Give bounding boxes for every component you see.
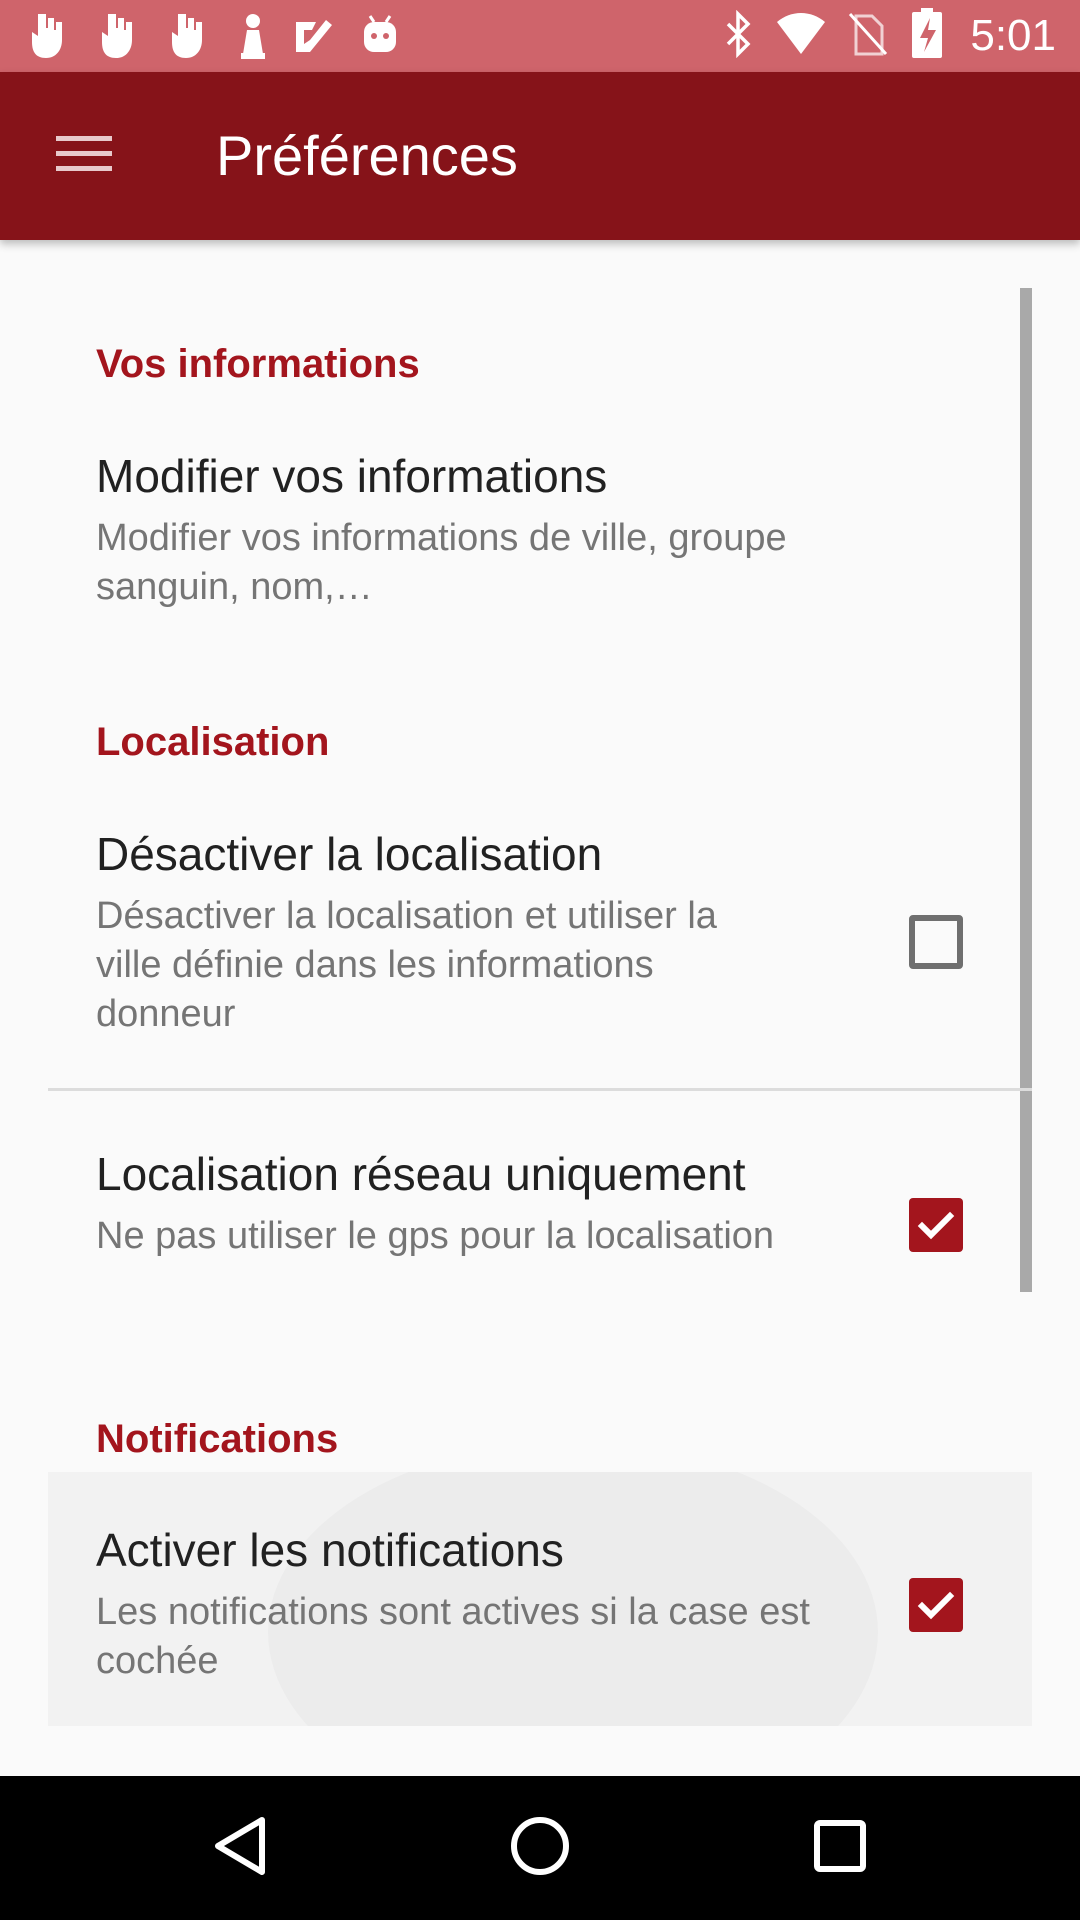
- wifi-icon: [776, 12, 826, 61]
- localisation-reseau-checkbox[interactable]: [909, 1198, 963, 1252]
- pref-activer-notifications[interactable]: Activer les notifications Les notificati…: [48, 1472, 1032, 1726]
- activer-notifications-checkbox[interactable]: [909, 1578, 963, 1632]
- pref-desactiver-localisation[interactable]: Désactiver la localisation Désactiver la…: [48, 818, 1032, 1088]
- hamburger-menu-icon: [54, 132, 114, 181]
- bluetooth-icon: [724, 9, 754, 63]
- menu-button[interactable]: [36, 108, 132, 204]
- notification-icons: [28, 12, 400, 60]
- category-header-vos-informations: Vos informations: [96, 342, 420, 386]
- pref-localisation-reseau[interactable]: Localisation réseau uniquement Ne pas ut…: [48, 1138, 1032, 1358]
- no-sim-icon: [848, 10, 888, 63]
- category-header-notifications: Notifications: [96, 1417, 339, 1461]
- recents-button[interactable]: [800, 1812, 880, 1884]
- back-button[interactable]: [200, 1812, 280, 1884]
- hand-icon: [98, 12, 142, 60]
- home-icon: [509, 1815, 571, 1882]
- hand-icon: [28, 12, 72, 60]
- clock-time: 5:01: [970, 11, 1056, 60]
- page-title: Préférences: [216, 124, 518, 187]
- pref-summary: Modifier vos informations de ville, grou…: [96, 517, 787, 608]
- pref-title: Désactiver la localisation: [96, 828, 603, 880]
- checkmark-icon: [294, 12, 334, 60]
- system-icons: 5:01: [724, 7, 1056, 65]
- status-bar: 5:01: [0, 0, 1080, 72]
- category-header-localisation: Localisation: [96, 720, 330, 764]
- desactiver-localisation-checkbox[interactable]: [909, 915, 963, 969]
- pref-title: Modifier vos informations: [96, 450, 608, 502]
- pref-modifier-informations[interactable]: Modifier vos informations Modifier vos i…: [48, 440, 1032, 660]
- pref-summary: Les notifications sont actives si la cas…: [96, 1591, 810, 1682]
- hand-icon: [168, 12, 212, 60]
- recents-icon: [813, 1819, 867, 1878]
- battery-charging-icon: [910, 7, 944, 65]
- back-icon: [212, 1815, 268, 1882]
- home-button[interactable]: [500, 1812, 580, 1884]
- divider: [48, 1088, 1032, 1091]
- chess-pawn-icon: [238, 12, 268, 60]
- pref-summary: Désactiver la localisation et utiliser l…: [96, 895, 717, 1035]
- pref-title: Activer les notifications: [96, 1524, 564, 1576]
- pref-summary: Ne pas utiliser le gps pour la localisat…: [96, 1215, 775, 1257]
- navigation-bar: [0, 1776, 1080, 1920]
- preferences-list[interactable]: Vos informations Modifier vos informatio…: [0, 240, 1080, 1776]
- app-bar: Préférences: [0, 72, 1080, 240]
- pref-title: Localisation réseau uniquement: [96, 1148, 746, 1200]
- android-icon: [360, 12, 400, 60]
